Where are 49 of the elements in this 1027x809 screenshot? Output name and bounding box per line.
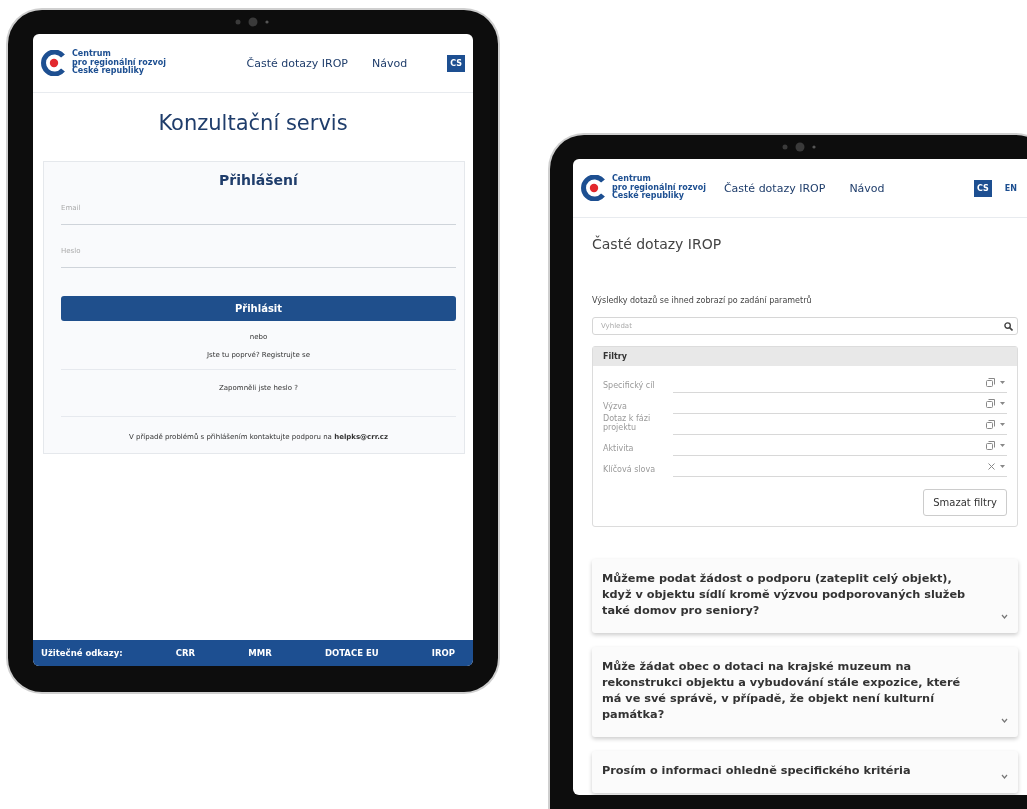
intro-text: Výsledky dotazů se ihned zobrazí po zadání parametrů xyxy=(592,296,813,305)
faq-question: Může žádat obec o dotaci na krajské muzeum na rekonstrukci objektu a vybudování stále expozice, které má ve své správě, v případě, že objekt není kulturní památka? xyxy=(602,659,962,724)
footer-link[interactable]: IROP xyxy=(431,648,455,658)
language-button[interactable]: EN xyxy=(1001,179,1020,197)
faq-item[interactable]: Prosím o informaci ohledně specifického kritéria xyxy=(592,751,1018,794)
page-title: Časté dotazy IROP xyxy=(592,236,723,252)
faq-item[interactable]: Můžeme podat žádost o podporu (zateplit celý objekt), když v objektu sídlí kromě výzvou podporovaných služeb také domov pro seniory? xyxy=(592,559,1018,634)
filter-dropdown[interactable] xyxy=(673,417,1007,435)
filter-dropdown[interactable] xyxy=(673,438,1007,456)
footer-link[interactable]: MMR xyxy=(248,648,272,658)
filter-label: Výzva xyxy=(603,402,628,413)
list-icon xyxy=(986,398,995,408)
filters-title: Filtry xyxy=(593,347,1017,366)
list-icon xyxy=(986,377,995,387)
nav-link[interactable]: Návod xyxy=(372,56,408,70)
filter-label: Klíčová slova xyxy=(603,465,657,476)
footer-link[interactable]: DOTACE EU xyxy=(324,648,379,658)
footer-link[interactable]: CRR xyxy=(175,648,196,658)
clear-filters-button[interactable]: Smazat filtry xyxy=(923,489,1007,516)
caret-icon xyxy=(1000,401,1005,405)
footer-label: Užitečné odkazy: xyxy=(41,648,123,658)
nav-link[interactable]: Časté dotazy IROP xyxy=(723,181,826,195)
filter-label: Specifický cíl xyxy=(603,381,656,392)
language-button[interactable]: CS xyxy=(974,179,992,197)
filter-dropdown[interactable] xyxy=(673,375,1007,393)
faq-item[interactable]: Může žádat obec o dotaci na krajské muzeum na rekonstrukci objektu a vybudování stále expozice, které má ve své správě, v případě, že objekt není kulturní památka? xyxy=(592,647,1018,738)
faq-question: Můžeme podat žádost o podporu (zateplit celý objekt), když v objektu sídlí kromě výzvou podporovaných služeb také domov pro seniory? xyxy=(602,571,967,620)
caret-icon xyxy=(1000,422,1005,426)
caret-icon xyxy=(1000,464,1005,468)
logo-text: Centrum xyxy=(72,49,112,58)
search-icon[interactable] xyxy=(1004,322,1013,331)
filter-dropdown[interactable] xyxy=(673,396,1007,414)
logo-text: Centrum xyxy=(612,174,652,183)
nav-link[interactable]: Návod xyxy=(849,181,885,195)
nav-link[interactable]: Časté dotazy IROP xyxy=(246,56,348,70)
login-title: Přihlášení xyxy=(218,172,299,188)
list-icon xyxy=(986,440,995,450)
caret-icon xyxy=(1000,380,1005,384)
language-button[interactable]: CS xyxy=(447,54,465,72)
page-title: Konzultační servis xyxy=(157,111,349,135)
clear-icon[interactable] xyxy=(988,462,995,470)
filter-label: Dotaz k fázi projektu xyxy=(603,415,652,434)
logo-icon xyxy=(41,50,67,76)
list-icon xyxy=(986,419,995,429)
filter-label: Aktivita xyxy=(603,444,635,455)
logo-icon xyxy=(581,175,607,201)
caret-icon xyxy=(1000,443,1005,447)
login-button[interactable]: Přihlásit xyxy=(61,296,456,321)
faq-question: Prosím o informaci ohledně specifického kritéria xyxy=(602,763,912,780)
